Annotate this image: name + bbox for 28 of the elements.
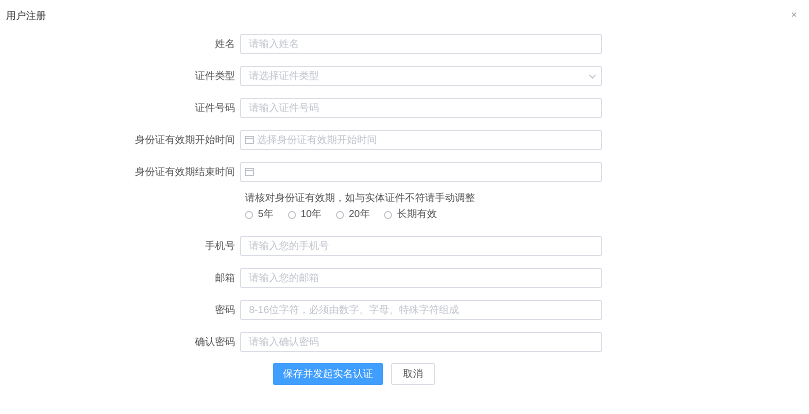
field-label: 身份证有效期开始时间 bbox=[135, 134, 235, 146]
cancel-button[interactable]: 取消 bbox=[391, 363, 435, 385]
date-field[interactable] bbox=[240, 162, 602, 182]
field-label: 邮箱 bbox=[215, 272, 235, 284]
window-title: 用户注册 bbox=[6, 10, 46, 24]
radio-option[interactable]: 长期有效 bbox=[384, 207, 437, 222]
input-field[interactable]: 请输入确认密码 bbox=[240, 332, 602, 352]
field-label: 确认密码 bbox=[195, 336, 235, 348]
input-field[interactable]: 请输入您的邮箱 bbox=[240, 268, 602, 288]
date-field[interactable]: 选择身份证有效期开始时间 bbox=[240, 130, 602, 150]
field-label: 密码 bbox=[215, 304, 235, 316]
field-label: 证件类型 bbox=[195, 70, 235, 82]
radio-option[interactable]: 10年 bbox=[288, 207, 322, 222]
input-field[interactable]: 请输入姓名 bbox=[240, 34, 602, 54]
validity-hint: 请核对身份证有效期，如与实体证件不符请手动调整 bbox=[245, 192, 476, 206]
input-field[interactable]: 8-16位字符，必须由数字、字母、特殊字符组成 bbox=[240, 300, 602, 320]
radio-option[interactable]: 5年 bbox=[245, 207, 274, 222]
calendar-icon bbox=[245, 135, 254, 144]
field-label: 姓名 bbox=[215, 38, 235, 50]
calendar-icon bbox=[245, 167, 254, 176]
radio-option[interactable]: 20年 bbox=[336, 207, 370, 222]
chevron-down-icon bbox=[589, 74, 596, 79]
field-label: 身份证有效期结束时间 bbox=[135, 166, 235, 178]
field-label: 证件号码 bbox=[195, 102, 235, 114]
input-field[interactable]: 请输入您的手机号 bbox=[240, 236, 602, 256]
select-field[interactable]: 请选择证件类型 bbox=[240, 66, 602, 86]
field-label: 手机号 bbox=[205, 240, 235, 252]
input-field[interactable]: 请输入证件号码 bbox=[240, 98, 602, 118]
